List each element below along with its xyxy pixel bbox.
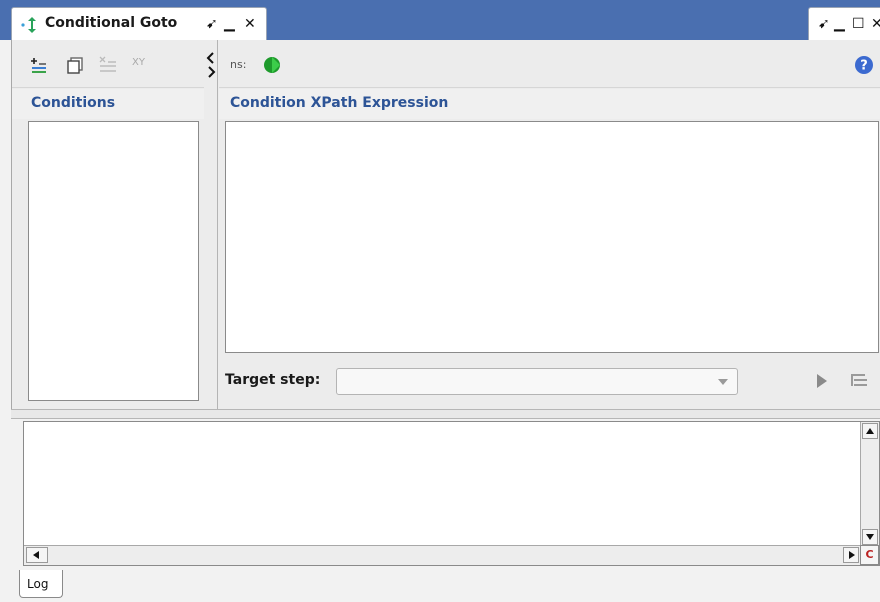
scroll-left-button[interactable] <box>26 547 48 563</box>
target-step-label: Target step: <box>225 372 321 388</box>
arrow-right-icon <box>849 551 855 559</box>
arrow-up-icon <box>866 428 874 434</box>
conditions-pane: XY Conditions <box>12 40 204 409</box>
run-icon[interactable] <box>261 54 283 76</box>
xpath-toolbar: ns: ? <box>219 40 880 88</box>
maximize-icon[interactable]: ☐ <box>852 15 865 33</box>
step-list-icon[interactable] <box>849 372 869 390</box>
delete-condition-icon[interactable] <box>98 56 118 74</box>
tab-title: Conditional Goto <box>45 15 178 31</box>
clear-log-button[interactable]: C <box>860 545 879 565</box>
copy-condition-icon[interactable] <box>66 56 84 74</box>
minimize-icon[interactable]: ▁ <box>224 15 235 33</box>
conditions-header: Conditions <box>12 89 204 119</box>
help-icon[interactable]: ? <box>853 54 875 76</box>
conditions-title: Conditions <box>31 95 116 111</box>
chevron-down-icon <box>718 379 728 385</box>
arrow-down-icon <box>866 534 874 540</box>
editor-frame: XY Conditions ns: ? Condition XPath Expr… <box>11 40 880 409</box>
scroll-down-button[interactable] <box>862 529 878 545</box>
target-step-dropdown[interactable] <box>336 368 738 395</box>
window-controls: ➹ ▁ ☐ ✕ <box>808 7 880 40</box>
pin-icon[interactable]: ➹ <box>818 15 830 33</box>
window-titlebar: Conditional Goto ➹ ▁ ✕ ➹ ▁ ☐ ✕ <box>0 0 880 40</box>
conditions-toolbar: XY <box>12 40 204 88</box>
tab-conditional-goto[interactable]: Conditional Goto ➹ ▁ ✕ <box>11 7 267 40</box>
bottom-tab-bar: Log <box>0 566 880 602</box>
add-condition-icon[interactable] <box>30 56 48 74</box>
log-tab-label: Log <box>27 577 49 591</box>
close-icon[interactable]: ✕ <box>871 15 880 33</box>
log-panel[interactable]: C <box>23 421 880 566</box>
conditional-goto-icon <box>21 17 36 33</box>
minimize-icon[interactable]: ▁ <box>834 15 845 33</box>
xpath-expression-editor[interactable] <box>225 121 879 353</box>
go-to-step-icon[interactable] <box>814 372 830 390</box>
panel-divider[interactable] <box>11 409 880 419</box>
xpath-header: Condition XPath Expression <box>219 89 880 119</box>
pin-icon[interactable]: ➹ <box>206 15 218 33</box>
xpath-title: Condition XPath Expression <box>230 95 449 111</box>
collapse-expand-icon[interactable] <box>206 51 216 81</box>
close-icon[interactable]: ✕ <box>244 15 256 33</box>
scroll-right-button[interactable] <box>843 547 859 563</box>
arrow-left-icon <box>33 551 39 559</box>
conditional-goto-window: Conditional Goto ➹ ▁ ✕ ➹ ▁ ☐ ✕ XY Condit… <box>0 0 880 602</box>
tab-log[interactable]: Log <box>19 570 63 598</box>
scroll-up-button[interactable] <box>862 423 878 439</box>
log-horizontal-scrollbar[interactable] <box>24 545 861 565</box>
svg-text:?: ? <box>860 59 868 74</box>
ns-button[interactable]: ns: <box>230 58 246 71</box>
log-vertical-scrollbar[interactable] <box>860 422 879 546</box>
xpath-pane: ns: ? Condition XPath Expression Target … <box>219 40 880 409</box>
pane-splitter[interactable] <box>204 40 218 409</box>
xpath-builder-icon[interactable]: XY <box>132 57 145 75</box>
conditions-list[interactable] <box>28 121 199 401</box>
